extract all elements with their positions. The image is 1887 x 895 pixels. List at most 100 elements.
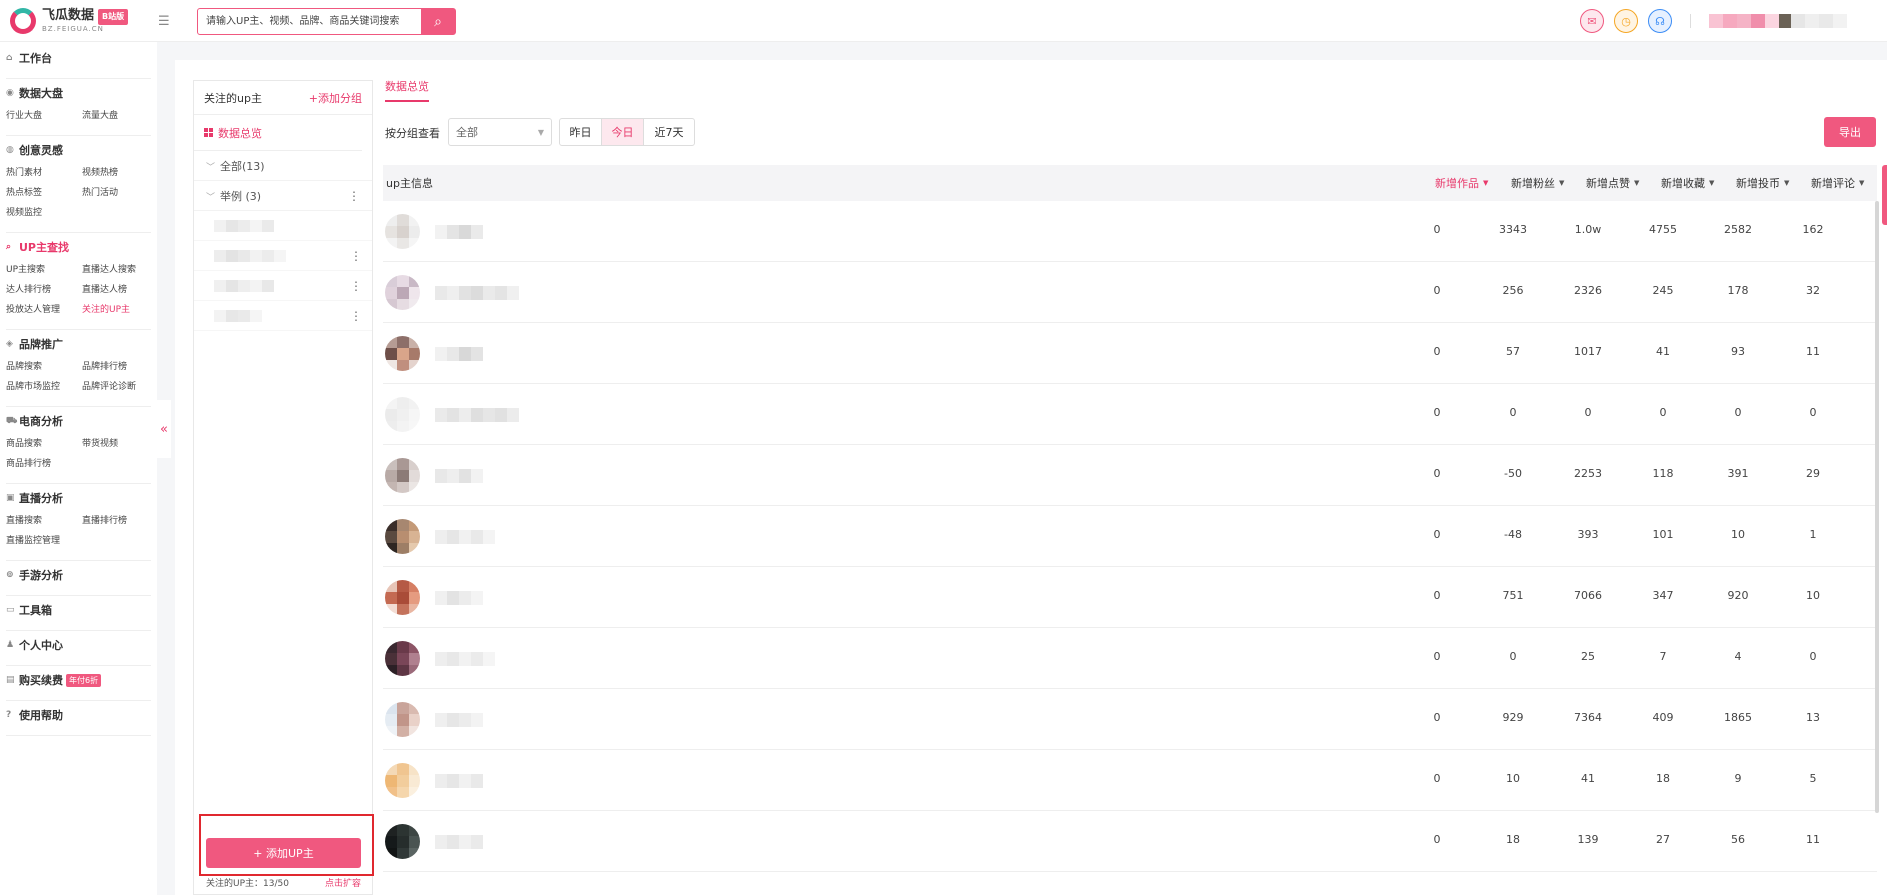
- sidebar-item[interactable]: 品牌市场监控: [6, 378, 82, 396]
- sidebar-item[interactable]: 达人排行榜: [6, 281, 82, 299]
- user-account-blurred[interactable]: [1709, 14, 1847, 28]
- sidebar-item[interactable]: 投放达人管理: [6, 301, 82, 319]
- avatar[interactable]: [385, 458, 420, 493]
- avatar[interactable]: [385, 336, 420, 371]
- sidebar-item[interactable]: 品牌排行榜: [82, 358, 158, 376]
- sidebar-item[interactable]: UP主搜索: [6, 261, 82, 279]
- list-item[interactable]: ⋮: [194, 271, 372, 301]
- clock-icon[interactable]: ◷: [1614, 9, 1638, 33]
- table-row[interactable]: 0 256 2326 245 178 32: [383, 262, 1877, 323]
- add-up-button[interactable]: + 添加UP主: [206, 838, 361, 868]
- table-row[interactable]: 0 0 25 7 4 0: [383, 628, 1877, 689]
- column-header-sort[interactable]: 新增粉丝 ▼: [1511, 175, 1564, 191]
- column-header-sort[interactable]: 新增评论 ▼: [1811, 175, 1864, 191]
- more-icon[interactable]: ⋮: [350, 249, 362, 263]
- sidebar-item[interactable]: 热门素材: [6, 164, 82, 182]
- table-row[interactable]: 0 18 139 27 56 11: [383, 811, 1877, 872]
- mail-icon[interactable]: ✉: [1580, 9, 1604, 33]
- sidebar-item[interactable]: 商品排行榜: [6, 455, 82, 473]
- expand-capacity-link[interactable]: 点击扩容: [325, 876, 361, 889]
- table-row[interactable]: 0 3343 1.0w 4755 2582 162: [383, 201, 1877, 262]
- sidebar-item[interactable]: 直播达人榜: [82, 281, 158, 299]
- search-button[interactable]: ⌕: [421, 9, 455, 34]
- column-header-sort[interactable]: 新增作品 ▼: [1435, 175, 1488, 191]
- sidebar-item[interactable]: 视频监控: [6, 204, 82, 222]
- sidebar-item[interactable]: 视频热榜: [82, 164, 158, 182]
- sidebar-item[interactable]: 带货视频: [82, 435, 158, 453]
- sidebar-item-section[interactable]: ⊚ 手游分析: [6, 565, 151, 585]
- sidebar-item[interactable]: 直播排行榜: [82, 512, 158, 530]
- up-name-blurred[interactable]: [435, 225, 483, 239]
- up-name-blurred[interactable]: [435, 774, 483, 788]
- headset-icon[interactable]: ☊: [1648, 9, 1672, 33]
- menu-toggle-icon[interactable]: ☰: [158, 14, 170, 29]
- sidebar-item[interactable]: 直播达人搜索: [82, 261, 158, 279]
- table-row[interactable]: 0 -50 2253 118 391 29: [383, 445, 1877, 506]
- avatar[interactable]: [385, 580, 420, 615]
- sidebar-item[interactable]: 行业大盘: [6, 107, 82, 125]
- avatar[interactable]: [385, 397, 420, 432]
- avatar[interactable]: [385, 824, 420, 859]
- sidebar-item-section[interactable]: ⌕ UP主查找: [6, 237, 151, 257]
- column-header-sort[interactable]: 新增点赞 ▼: [1586, 175, 1639, 191]
- sidebar-item-section[interactable]: ♟ 个人中心: [6, 635, 151, 655]
- sidebar-item[interactable]: 直播监控管理: [6, 532, 82, 550]
- data-overview-item[interactable]: 数据总览: [194, 115, 362, 151]
- sidebar-item-section[interactable]: ▤ 购买续费 年付6折: [6, 670, 151, 690]
- sidebar-item[interactable]: 品牌搜索: [6, 358, 82, 376]
- sidebar-item-section[interactable]: ⛟ 电商分析: [6, 411, 151, 431]
- column-header-sort[interactable]: 新增投币 ▼: [1736, 175, 1789, 191]
- table-row[interactable]: 0 0 0 0 0 0: [383, 384, 1877, 445]
- scrollbar[interactable]: [1875, 201, 1879, 813]
- tab-data-overview[interactable]: 数据总览: [385, 78, 429, 102]
- up-name-blurred[interactable]: [435, 835, 483, 849]
- export-button[interactable]: 导出: [1824, 117, 1876, 147]
- table-row[interactable]: 0 10 41 18 9 5: [383, 750, 1877, 811]
- sidebar-item-section[interactable]: ▭ 工具箱: [6, 600, 151, 620]
- sidebar-item[interactable]: 热点标签: [6, 184, 82, 202]
- table-row[interactable]: 0 751 7066 347 920 10: [383, 567, 1877, 628]
- avatar[interactable]: [385, 702, 420, 737]
- sidebar-item[interactable]: 关注的UP主: [82, 301, 158, 319]
- up-name-blurred[interactable]: [435, 713, 483, 727]
- group-filter-select[interactable]: 全部 ▼: [448, 118, 552, 146]
- more-icon[interactable]: ⋮: [350, 279, 362, 293]
- table-row[interactable]: 0 929 7364 409 1865 13: [383, 689, 1877, 750]
- column-header-sort[interactable]: 新增收藏 ▼: [1661, 175, 1714, 191]
- avatar[interactable]: [385, 275, 420, 310]
- sidebar-item[interactable]: 品牌评论诊断: [82, 378, 158, 396]
- sidebar-item-section[interactable]: ▣ 直播分析: [6, 488, 151, 508]
- sidebar-item[interactable]: 热门活动: [82, 184, 158, 202]
- list-item[interactable]: [194, 211, 372, 241]
- table-row[interactable]: 0 57 1017 41 93 11: [383, 323, 1877, 384]
- table-row[interactable]: 0 -48 393 101 10 1: [383, 506, 1877, 567]
- avatar[interactable]: [385, 214, 420, 249]
- sidebar-item-section[interactable]: ? 使用帮助: [6, 705, 151, 725]
- date-tab[interactable]: 今日: [602, 119, 644, 145]
- up-name-blurred[interactable]: [435, 591, 483, 605]
- more-icon[interactable]: ⋮: [348, 189, 360, 203]
- up-name-blurred[interactable]: [435, 286, 519, 300]
- brand-logo[interactable]: 飞瓜数据 B站版 BZ.FEIGUA.CN: [10, 8, 129, 34]
- sidebar-item[interactable]: 商品搜索: [6, 435, 82, 453]
- group-example[interactable]: ﹀ 举例 (3) ⋮: [194, 181, 372, 211]
- sidebar-item-section[interactable]: ⌂ 工作台: [6, 48, 151, 68]
- date-tab[interactable]: 昨日: [560, 119, 602, 145]
- search-input[interactable]: [198, 9, 421, 34]
- group-all[interactable]: ﹀ 全部(13): [194, 151, 372, 181]
- side-float-tab[interactable]: [1882, 165, 1887, 225]
- sidebar-item-section[interactable]: ◈ 品牌推广: [6, 334, 151, 354]
- avatar[interactable]: [385, 519, 420, 554]
- up-name-blurred[interactable]: [435, 347, 483, 361]
- date-tab[interactable]: 近7天: [644, 119, 694, 145]
- up-name-blurred[interactable]: [435, 469, 483, 483]
- avatar[interactable]: [385, 641, 420, 676]
- sidebar-item-section[interactable]: ◍ 创意灵感: [6, 140, 151, 160]
- avatar[interactable]: [385, 763, 420, 798]
- collapse-sidebar-icon[interactable]: «: [157, 400, 171, 458]
- add-group-button[interactable]: +添加分组: [309, 90, 362, 106]
- sidebar-item-section[interactable]: ◉ 数据大盘: [6, 83, 151, 103]
- sidebar-item[interactable]: 直播搜索: [6, 512, 82, 530]
- up-name-blurred[interactable]: [435, 408, 519, 422]
- list-item[interactable]: ⋮: [194, 301, 372, 331]
